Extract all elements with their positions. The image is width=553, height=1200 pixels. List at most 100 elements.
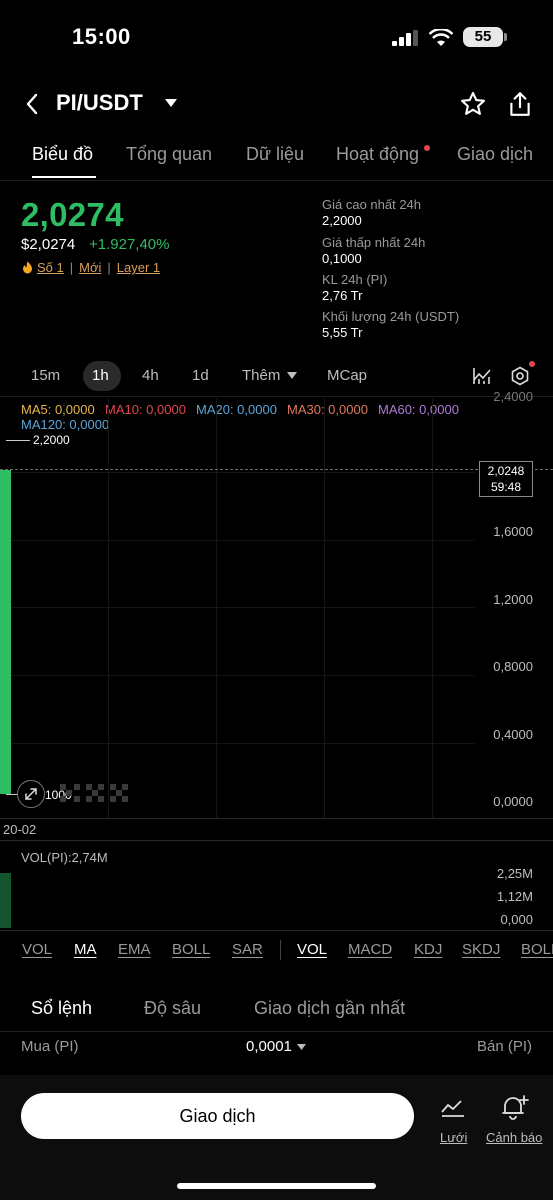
y-axis-tick: 0,4000 xyxy=(493,727,533,742)
indicator-ema[interactable]: EMA xyxy=(118,941,151,958)
chart-gridline xyxy=(0,675,475,676)
chart-bottom-divider xyxy=(0,818,553,819)
high-marker-line xyxy=(6,440,30,441)
tab-recent-trades[interactable]: Giao dịch gần nhất xyxy=(254,998,405,1019)
battery-tip xyxy=(504,33,507,41)
stat-low-value: 0,1000 xyxy=(322,251,362,266)
exchange-watermark-logo xyxy=(60,784,128,802)
tag-layer1[interactable]: Layer 1 xyxy=(117,260,160,275)
indicator-kdj[interactable]: KDJ xyxy=(414,941,442,958)
wifi-icon xyxy=(429,29,453,46)
indicator-sub-boll[interactable]: BOLL xyxy=(521,941,553,958)
ma30-value: MA30: 0,0000 xyxy=(287,402,368,417)
precision-caret-icon[interactable] xyxy=(297,1044,306,1050)
tag-separator: | xyxy=(69,260,74,275)
tab-overview[interactable]: Tổng quan xyxy=(126,144,212,165)
settings-notification-dot xyxy=(529,361,535,367)
ma20-value: MA20: 0,0000 xyxy=(196,402,277,417)
tag-new[interactable]: Mới xyxy=(79,260,101,275)
tag-row: Số 1 | Mới | Layer 1 xyxy=(22,260,160,275)
timeframe-1d[interactable]: 1d xyxy=(192,367,209,384)
tab-data[interactable]: Dữ liệu xyxy=(246,144,304,165)
indicator-sub-vol[interactable]: VOL xyxy=(297,941,327,958)
fullscreen-button[interactable] xyxy=(17,780,45,808)
tab-order-book[interactable]: Sổ lệnh xyxy=(31,998,92,1019)
home-indicator[interactable] xyxy=(177,1183,376,1189)
back-icon[interactable] xyxy=(24,92,40,116)
chart-gridline-vertical xyxy=(108,398,109,818)
indicator-macd[interactable]: MACD xyxy=(348,941,392,958)
share-icon[interactable] xyxy=(507,90,533,118)
chart-top-divider xyxy=(0,396,553,397)
status-time: 15:00 xyxy=(72,24,131,49)
usd-price: $2,0274 xyxy=(21,236,76,253)
volume-axis-tick: 0,000 xyxy=(500,912,533,927)
y-axis-tick: 1,2000 xyxy=(493,592,533,607)
fire-icon xyxy=(23,261,32,274)
chart-gridline-vertical xyxy=(432,398,433,818)
volume-title: VOL(PI):2,74M xyxy=(21,850,108,865)
chart-gridline-vertical xyxy=(324,398,325,818)
grid-label[interactable]: Lưới xyxy=(440,1130,467,1145)
trade-button[interactable]: Giao dịch xyxy=(21,1093,414,1139)
caret-down-icon[interactable] xyxy=(164,98,178,108)
current-price-marker[interactable]: 2,0248 59:48 xyxy=(479,461,533,497)
chart-gridline xyxy=(0,607,475,608)
y-axis-tick: 2,4000 xyxy=(493,389,533,404)
cellular-signal-icon xyxy=(392,30,418,46)
notification-dot xyxy=(424,145,430,151)
volume-divider xyxy=(0,840,553,841)
y-axis-tick: 1,6000 xyxy=(493,524,533,539)
tab-chart[interactable]: Biểu đồ xyxy=(32,144,93,165)
timeframe-1h[interactable]: 1h xyxy=(92,367,109,384)
precision-select[interactable]: 0,0001 xyxy=(246,1038,292,1055)
tag-separator: | xyxy=(107,260,111,275)
buy-column-label: Mua (PI) xyxy=(21,1038,79,1055)
timeframe-mcap[interactable]: MCap xyxy=(327,367,367,384)
more-caret-icon[interactable] xyxy=(287,372,297,379)
tab-depth[interactable]: Độ sâu xyxy=(144,998,201,1019)
timeframe-15m[interactable]: 15m xyxy=(31,367,60,384)
battery-indicator: 55 xyxy=(463,27,503,47)
tab-activity[interactable]: Hoạt động xyxy=(336,144,419,165)
price-change-percent: +1.927,40% xyxy=(89,236,170,253)
candle-bar[interactable] xyxy=(0,470,11,794)
pair-title[interactable]: PI/USDT xyxy=(56,90,143,116)
alert-label[interactable]: Cảnh báo xyxy=(486,1130,542,1145)
timeframe-4h[interactable]: 4h xyxy=(142,367,159,384)
tab-trade[interactable]: Giao dịch xyxy=(457,144,533,165)
volume-axis-tick: 1,12M xyxy=(496,889,533,904)
chart-gridline-vertical xyxy=(216,398,217,818)
stat-low-label: Giá thấp nhất 24h xyxy=(322,235,426,250)
star-icon[interactable] xyxy=(459,90,487,118)
price-alert-icon[interactable] xyxy=(500,1094,530,1120)
volume-axis-tick: 2,25M xyxy=(496,866,533,881)
indicator-skdj[interactable]: SKDJ xyxy=(462,941,500,958)
ma120-value: MA120: 0,0000 xyxy=(21,417,110,432)
stat-vol-usdt-label: Khối lượng 24h (USDT) xyxy=(322,309,460,324)
indicator-vol[interactable]: VOL xyxy=(22,941,52,958)
ma60-value: MA60: 0,0000 xyxy=(378,402,459,417)
timeframe-more[interactable]: Thêm xyxy=(242,367,280,384)
indicator-boll[interactable]: BOLL xyxy=(172,941,210,958)
stat-vol-pi-label: KL 24h (PI) xyxy=(322,272,388,287)
chart-gridline xyxy=(0,540,475,541)
ma10-value: MA10: 0,0000 xyxy=(105,402,186,417)
y-axis-tick: 0,0000 xyxy=(493,794,533,809)
chart-gridline xyxy=(0,472,475,473)
stat-high-value: 2,2000 xyxy=(322,213,362,228)
indicator-sar[interactable]: SAR xyxy=(232,941,263,958)
indicator-ma[interactable]: MA xyxy=(74,941,97,958)
sell-column-label: Bán (PI) xyxy=(477,1038,533,1055)
ma5-value: MA5: 0,0000 xyxy=(21,402,95,417)
indicator-chart-icon[interactable] xyxy=(473,367,493,385)
last-price: 2,0274 xyxy=(21,196,124,233)
volume-bar xyxy=(0,873,11,928)
high-marker-label: 2,2000 xyxy=(33,433,70,447)
grid-bot-icon[interactable] xyxy=(440,1096,466,1120)
tabs-divider xyxy=(0,180,553,181)
active-tab-underline xyxy=(32,176,96,178)
chart-settings-icon[interactable] xyxy=(510,366,530,386)
y-axis-tick: 0,8000 xyxy=(493,659,533,674)
tag-top1[interactable]: Số 1 xyxy=(37,260,64,275)
